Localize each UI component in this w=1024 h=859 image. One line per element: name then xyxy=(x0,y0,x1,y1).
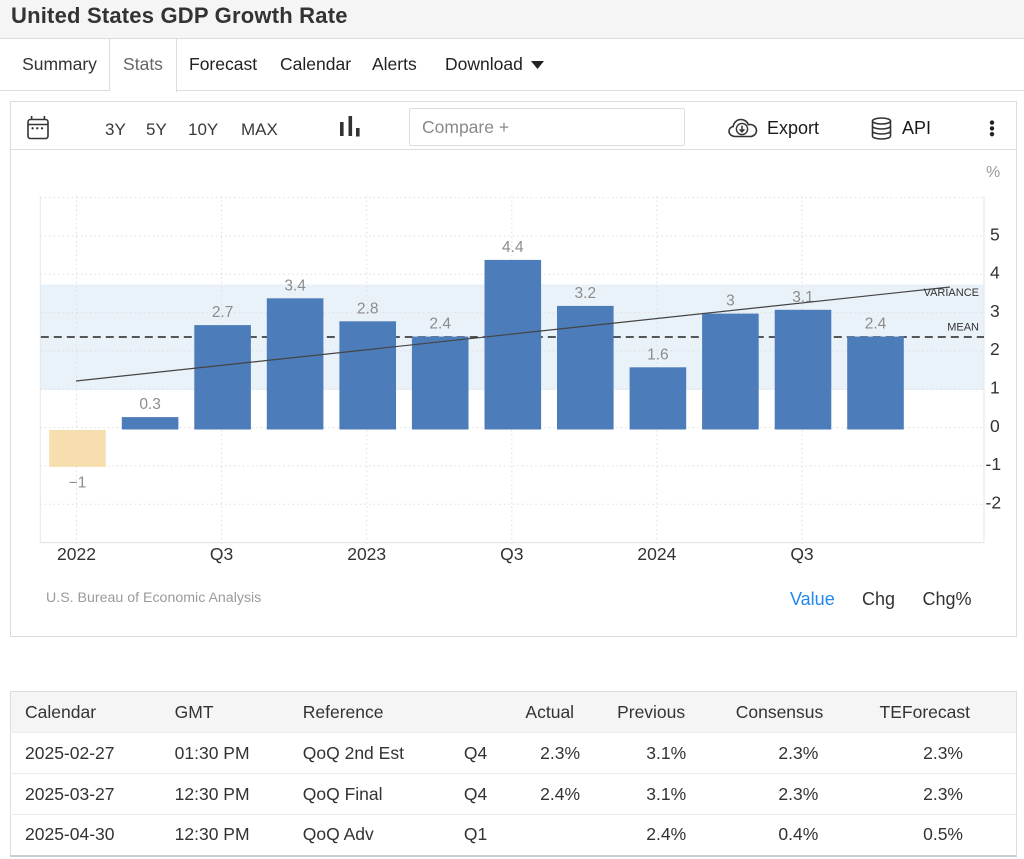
svg-text:0: 0 xyxy=(990,416,1000,436)
svg-text:Q3: Q3 xyxy=(790,544,813,564)
svg-text:5: 5 xyxy=(990,224,1000,244)
svg-text:3: 3 xyxy=(726,293,735,310)
svg-text:4.4: 4.4 xyxy=(502,239,524,256)
svg-text:Q3: Q3 xyxy=(210,544,233,564)
svg-text:3: 3 xyxy=(990,301,1000,321)
svg-text:3.2: 3.2 xyxy=(575,285,597,302)
svg-text:4: 4 xyxy=(990,263,1000,283)
svg-text:2024: 2024 xyxy=(637,544,676,564)
svg-text:1.6: 1.6 xyxy=(647,346,669,363)
svg-text:2022: 2022 xyxy=(57,544,96,564)
svg-text:Q3: Q3 xyxy=(500,544,523,564)
svg-text:2: 2 xyxy=(990,339,1000,359)
svg-text:1: 1 xyxy=(990,378,1000,398)
svg-text:-1: -1 xyxy=(986,454,1002,474)
svg-text:2023: 2023 xyxy=(347,544,386,564)
svg-text:-2: -2 xyxy=(986,493,1002,513)
svg-text:3.4: 3.4 xyxy=(284,277,306,294)
svg-text:VARIANCE: VARIANCE xyxy=(924,287,979,299)
svg-text:2.4: 2.4 xyxy=(865,316,887,333)
svg-text:0.3: 0.3 xyxy=(139,396,161,413)
svg-text:2.4: 2.4 xyxy=(429,316,451,333)
svg-text:2.7: 2.7 xyxy=(212,304,234,321)
svg-text:−1: −1 xyxy=(69,474,87,491)
svg-text:2.8: 2.8 xyxy=(357,300,379,317)
svg-text:MEAN: MEAN xyxy=(947,322,979,334)
